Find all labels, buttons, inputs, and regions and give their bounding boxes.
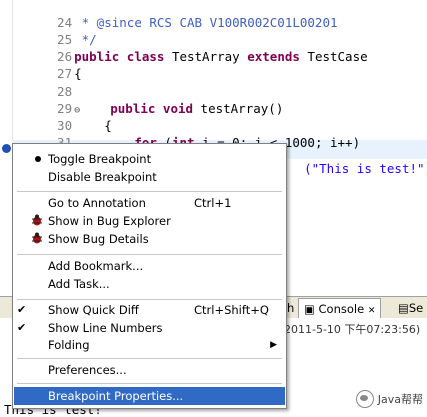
code-text: { bbox=[74, 66, 82, 81]
menu-item-label: Show Bug Details bbox=[48, 232, 149, 246]
menu-separator bbox=[17, 383, 282, 384]
menu-item-label: Folding bbox=[48, 338, 90, 352]
menu-item-folding[interactable]: Folding ▶ bbox=[14, 336, 285, 354]
menu-item-label: Show in Bug Explorer bbox=[48, 214, 171, 228]
menu-item-label: Add Bookmark... bbox=[48, 259, 144, 273]
menu-item-add-task[interactable]: Add Task... bbox=[14, 275, 285, 293]
radio-dot-icon bbox=[35, 156, 41, 162]
tab-next[interactable]: ▤Se bbox=[398, 298, 423, 318]
menu-item-label: Breakpoint Properties... bbox=[48, 389, 184, 403]
code-line-tail: ("This is test!"); bbox=[274, 140, 427, 176]
view-icon: ▤ bbox=[398, 301, 409, 315]
menu-separator bbox=[17, 191, 282, 192]
console-icon: ▣ bbox=[304, 302, 315, 316]
code-keyword: public class bbox=[74, 49, 165, 64]
menu-item-show-quick-diff[interactable]: ✔ Show Quick Diff Ctrl+Shift+Q bbox=[14, 301, 285, 319]
menu-item-label: Disable Breakpoint bbox=[48, 170, 157, 184]
menu-item-label: Preferences... bbox=[48, 363, 127, 377]
code-text: TestArray bbox=[164, 49, 248, 64]
menu-item-label: Go to Annotation bbox=[48, 196, 146, 210]
menu-separator bbox=[17, 299, 282, 300]
checkmark-icon: ✔ bbox=[17, 303, 27, 316]
breakpoint-icon[interactable] bbox=[2, 144, 11, 153]
code-text: TestCase bbox=[299, 49, 368, 64]
watermark: Java帮帮 bbox=[355, 390, 423, 408]
menu-item-shortcut: Ctrl+Shift+Q bbox=[194, 303, 269, 317]
menu-item-add-bookmark[interactable]: Add Bookmark... bbox=[14, 257, 285, 275]
menu-separator bbox=[17, 254, 282, 255]
menu-item-show-in-bug-explorer[interactable]: Show in Bug Explorer bbox=[14, 212, 285, 230]
menu-item-go-to-annotation[interactable]: Go to Annotation Ctrl+1 bbox=[14, 194, 285, 212]
tab-console[interactable]: ▣ Console ✕ bbox=[298, 298, 382, 319]
bug-icon bbox=[32, 232, 42, 244]
submenu-arrow-icon: ▶ bbox=[270, 340, 277, 350]
code-keyword: extends bbox=[247, 49, 300, 64]
menu-item-toggle-breakpoint[interactable]: Toggle Breakpoint bbox=[14, 150, 285, 168]
watermark-text: Java帮帮 bbox=[377, 393, 423, 406]
menu-item-show-line-numbers[interactable]: ✔ Show Line Numbers bbox=[14, 319, 285, 337]
tab-next-label: Se bbox=[408, 301, 424, 315]
menu-item-disable-breakpoint[interactable]: Disable Breakpoint bbox=[14, 168, 285, 186]
menu-item-label: Add Task... bbox=[48, 277, 110, 291]
console-timestamp: 2011-5-10 下午07:23:56) bbox=[284, 323, 421, 336]
menu-item-label: Show Line Numbers bbox=[48, 321, 163, 335]
menu-item-label: Show Quick Diff bbox=[48, 303, 139, 317]
wechat-icon bbox=[355, 390, 374, 408]
code-string: ("This is test!"); bbox=[304, 161, 427, 176]
tab-partial[interactable]: h bbox=[287, 298, 294, 318]
ruler-context-menu: Toggle Breakpoint Disable Breakpoint Go … bbox=[12, 143, 287, 409]
checkmark-icon: ✔ bbox=[17, 321, 27, 334]
menu-item-breakpoint-properties[interactable]: Breakpoint Properties... bbox=[14, 387, 285, 405]
menu-item-show-bug-details[interactable]: Show Bug Details bbox=[14, 230, 285, 248]
close-icon[interactable]: ✕ bbox=[368, 306, 376, 316]
tab-console-label: Console bbox=[318, 302, 365, 316]
menu-item-label: Toggle Breakpoint bbox=[48, 152, 152, 166]
bug-icon bbox=[32, 214, 42, 226]
menu-item-preferences[interactable]: Preferences... bbox=[14, 361, 285, 379]
menu-separator bbox=[17, 358, 282, 359]
menu-item-shortcut: Ctrl+1 bbox=[194, 196, 232, 210]
code-line: 27{ bbox=[12, 45, 82, 81]
